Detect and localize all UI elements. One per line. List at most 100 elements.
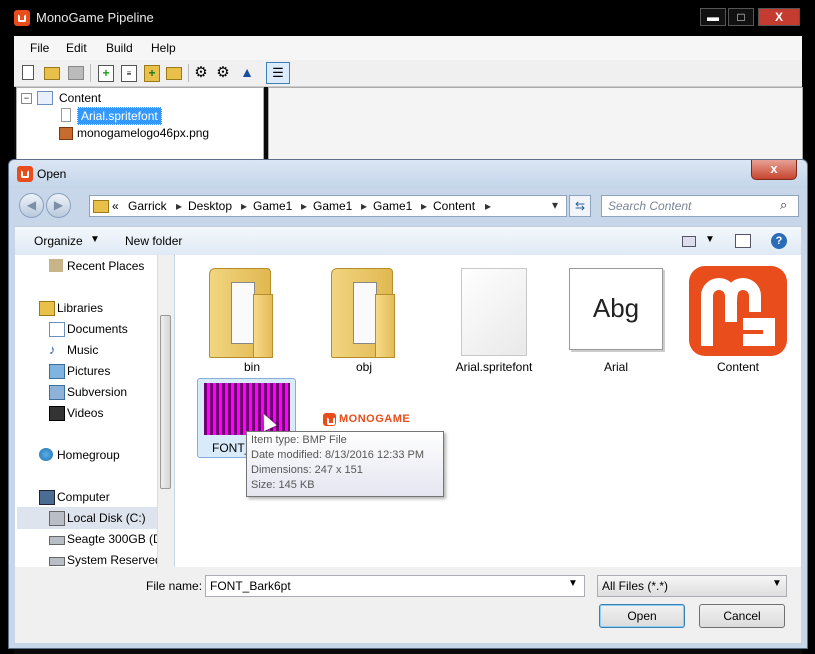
open-dialog: Open x ◀ ▶ « Garrick ▸ Desktop ▸ Game1 ▸… <box>8 159 808 649</box>
organize-button[interactable]: Organize <box>34 234 83 248</box>
breadcrumb-desktop[interactable]: Desktop <box>188 199 232 213</box>
new-folder-icon[interactable]: + <box>144 65 160 82</box>
close-file-icon[interactable] <box>68 66 84 80</box>
view-icon[interactable] <box>682 236 696 247</box>
new-file-icon[interactable] <box>22 65 34 80</box>
search-input[interactable]: Search Content <box>608 199 691 213</box>
add-existing-folder-icon[interactable] <box>166 67 182 80</box>
pictures-icon <box>49 364 65 379</box>
clean-icon[interactable]: ▲ <box>240 65 254 80</box>
file-item-arial[interactable]: Abg Arial <box>561 260 671 375</box>
breadcrumb-garrick[interactable]: Garrick <box>128 199 167 213</box>
file-item-content[interactable]: Content <box>683 260 793 375</box>
breadcrumb-game1-a[interactable]: Game1 <box>253 199 292 213</box>
font-preview-icon: Abg <box>569 268 663 350</box>
menu-edit[interactable]: Edit <box>66 41 87 55</box>
monogame-logo-icon <box>689 266 787 356</box>
nav-subversion[interactable]: Subversion <box>49 383 127 401</box>
menu-bar: File Edit Build Help <box>14 36 802 60</box>
back-button[interactable]: ◀ <box>19 193 44 218</box>
file-tooltip: Item type: BMP File Date modified: 8/13/… <box>246 431 444 497</box>
close-button[interactable]: X <box>758 8 800 26</box>
breadcrumb-overflow[interactable]: « <box>112 199 119 213</box>
organize-dropdown-icon: ▼ <box>90 234 100 245</box>
address-dropdown-icon[interactable]: ▾ <box>552 198 558 212</box>
add-existing-item-icon[interactable]: ≡ <box>121 65 137 82</box>
recent-places-icon <box>49 259 63 272</box>
nav-libraries[interactable]: Libraries <box>39 299 103 317</box>
pipeline-titlebar[interactable]: MonoGame Pipeline ▬ □ X <box>0 0 815 36</box>
build-icon[interactable]: ⚙ <box>194 65 208 80</box>
image-icon <box>59 127 73 140</box>
bmp-thumbnail <box>204 383 290 435</box>
filter-output-icon[interactable]: ☰ <box>266 62 290 84</box>
breadcrumb-game1-b[interactable]: Game1 <box>313 199 352 213</box>
file-type-select[interactable]: All Files (*.*) ▼ <box>597 575 787 597</box>
nav-seagate[interactable]: Seagte 300GB (D: <box>49 530 165 548</box>
file-icon <box>461 268 527 356</box>
refresh-icon[interactable]: ⇆ <box>569 195 591 217</box>
search-box[interactable]: Search Content ⌕ <box>601 195 799 217</box>
minimize-button[interactable]: ▬ <box>700 8 726 26</box>
address-bar[interactable]: « Garrick ▸ Desktop ▸ Game1 ▸ Game1 ▸ Ga… <box>89 195 567 217</box>
properties-panel <box>268 87 803 169</box>
menu-help[interactable]: Help <box>151 41 176 55</box>
open-folder-icon[interactable] <box>44 67 60 80</box>
file-list: bin obj Arial.spritefont Abg Arial Conte… <box>175 255 801 567</box>
nav-computer[interactable]: Computer <box>39 488 110 506</box>
view-dropdown-icon[interactable]: ▼ <box>705 234 715 245</box>
nav-scrollbar[interactable] <box>157 255 174 567</box>
monogame-logo-icon <box>17 166 33 182</box>
rebuild-icon[interactable]: ⚙ <box>216 65 230 80</box>
cancel-button[interactable]: Cancel <box>699 604 785 628</box>
dialog-footer: File name: FONT_Bark6pt ▼ All Files (*.*… <box>15 567 801 643</box>
file-item-bin[interactable]: bin <box>197 260 307 375</box>
search-icon: ⌕ <box>780 197 788 212</box>
command-bar: Organize ▼ New folder ▼ ? <box>15 226 801 256</box>
monogame-logo-icon <box>14 10 30 26</box>
collapse-icon[interactable]: − <box>21 93 32 104</box>
preview-pane-icon[interactable] <box>735 234 751 248</box>
homegroup-icon <box>39 448 53 461</box>
maximize-button[interactable]: □ <box>728 8 754 26</box>
libraries-icon <box>39 301 55 316</box>
folder-icon <box>93 200 109 213</box>
menu-build[interactable]: Build <box>106 41 133 55</box>
music-icon: ♪ <box>49 342 56 357</box>
nav-homegroup[interactable]: Homegroup <box>39 446 120 464</box>
drive-icon <box>49 511 65 526</box>
drive-icon <box>49 536 65 545</box>
forward-button[interactable]: ▶ <box>46 193 71 218</box>
nav-pictures[interactable]: Pictures <box>49 362 110 380</box>
dialog-titlebar[interactable]: Open x <box>9 160 807 188</box>
file-item-obj[interactable]: obj <box>309 260 419 375</box>
nav-local-disk[interactable]: Local Disk (C:) <box>49 509 146 527</box>
file-item-arial-spritefont[interactable]: Arial.spritefont <box>439 260 549 375</box>
open-button[interactable]: Open <box>599 604 685 628</box>
breadcrumb-game1-c[interactable]: Game1 <box>373 199 412 213</box>
filter-dropdown-icon: ▼ <box>772 578 782 589</box>
menu-file[interactable]: File <box>30 41 49 55</box>
filename-input[interactable]: FONT_Bark6pt ▼ <box>205 575 585 597</box>
nav-recent-places[interactable]: Recent Places <box>49 257 144 275</box>
tree-item-arial-spritefont[interactable]: Arial.spritefont <box>77 107 162 125</box>
breadcrumb-content[interactable]: Content <box>433 199 475 213</box>
nav-scroll-thumb[interactable] <box>160 315 171 489</box>
nav-documents[interactable]: Documents <box>49 320 128 338</box>
dialog-close-button[interactable]: x <box>751 160 797 180</box>
tree-item-monogamelogo[interactable]: monogamelogo46px.png <box>77 126 209 140</box>
file-icon <box>61 108 71 122</box>
dialog-title: Open <box>37 167 67 181</box>
pipeline-title: MonoGame Pipeline <box>36 10 154 25</box>
new-folder-button[interactable]: New folder <box>125 234 182 248</box>
new-item-icon[interactable]: + <box>98 65 114 82</box>
documents-icon <box>49 322 65 337</box>
filename-dropdown-icon[interactable]: ▼ <box>568 578 578 589</box>
help-icon[interactable]: ? <box>771 233 787 249</box>
nav-videos[interactable]: Videos <box>49 404 103 422</box>
toolbar: + ≡ + ⚙ ⚙ ▲ ☰ <box>14 60 802 87</box>
filename-label: File name: <box>146 579 203 593</box>
drive-icon <box>49 557 65 566</box>
tree-root[interactable]: Content <box>59 91 101 105</box>
nav-music[interactable]: ♪ Music <box>49 341 98 359</box>
